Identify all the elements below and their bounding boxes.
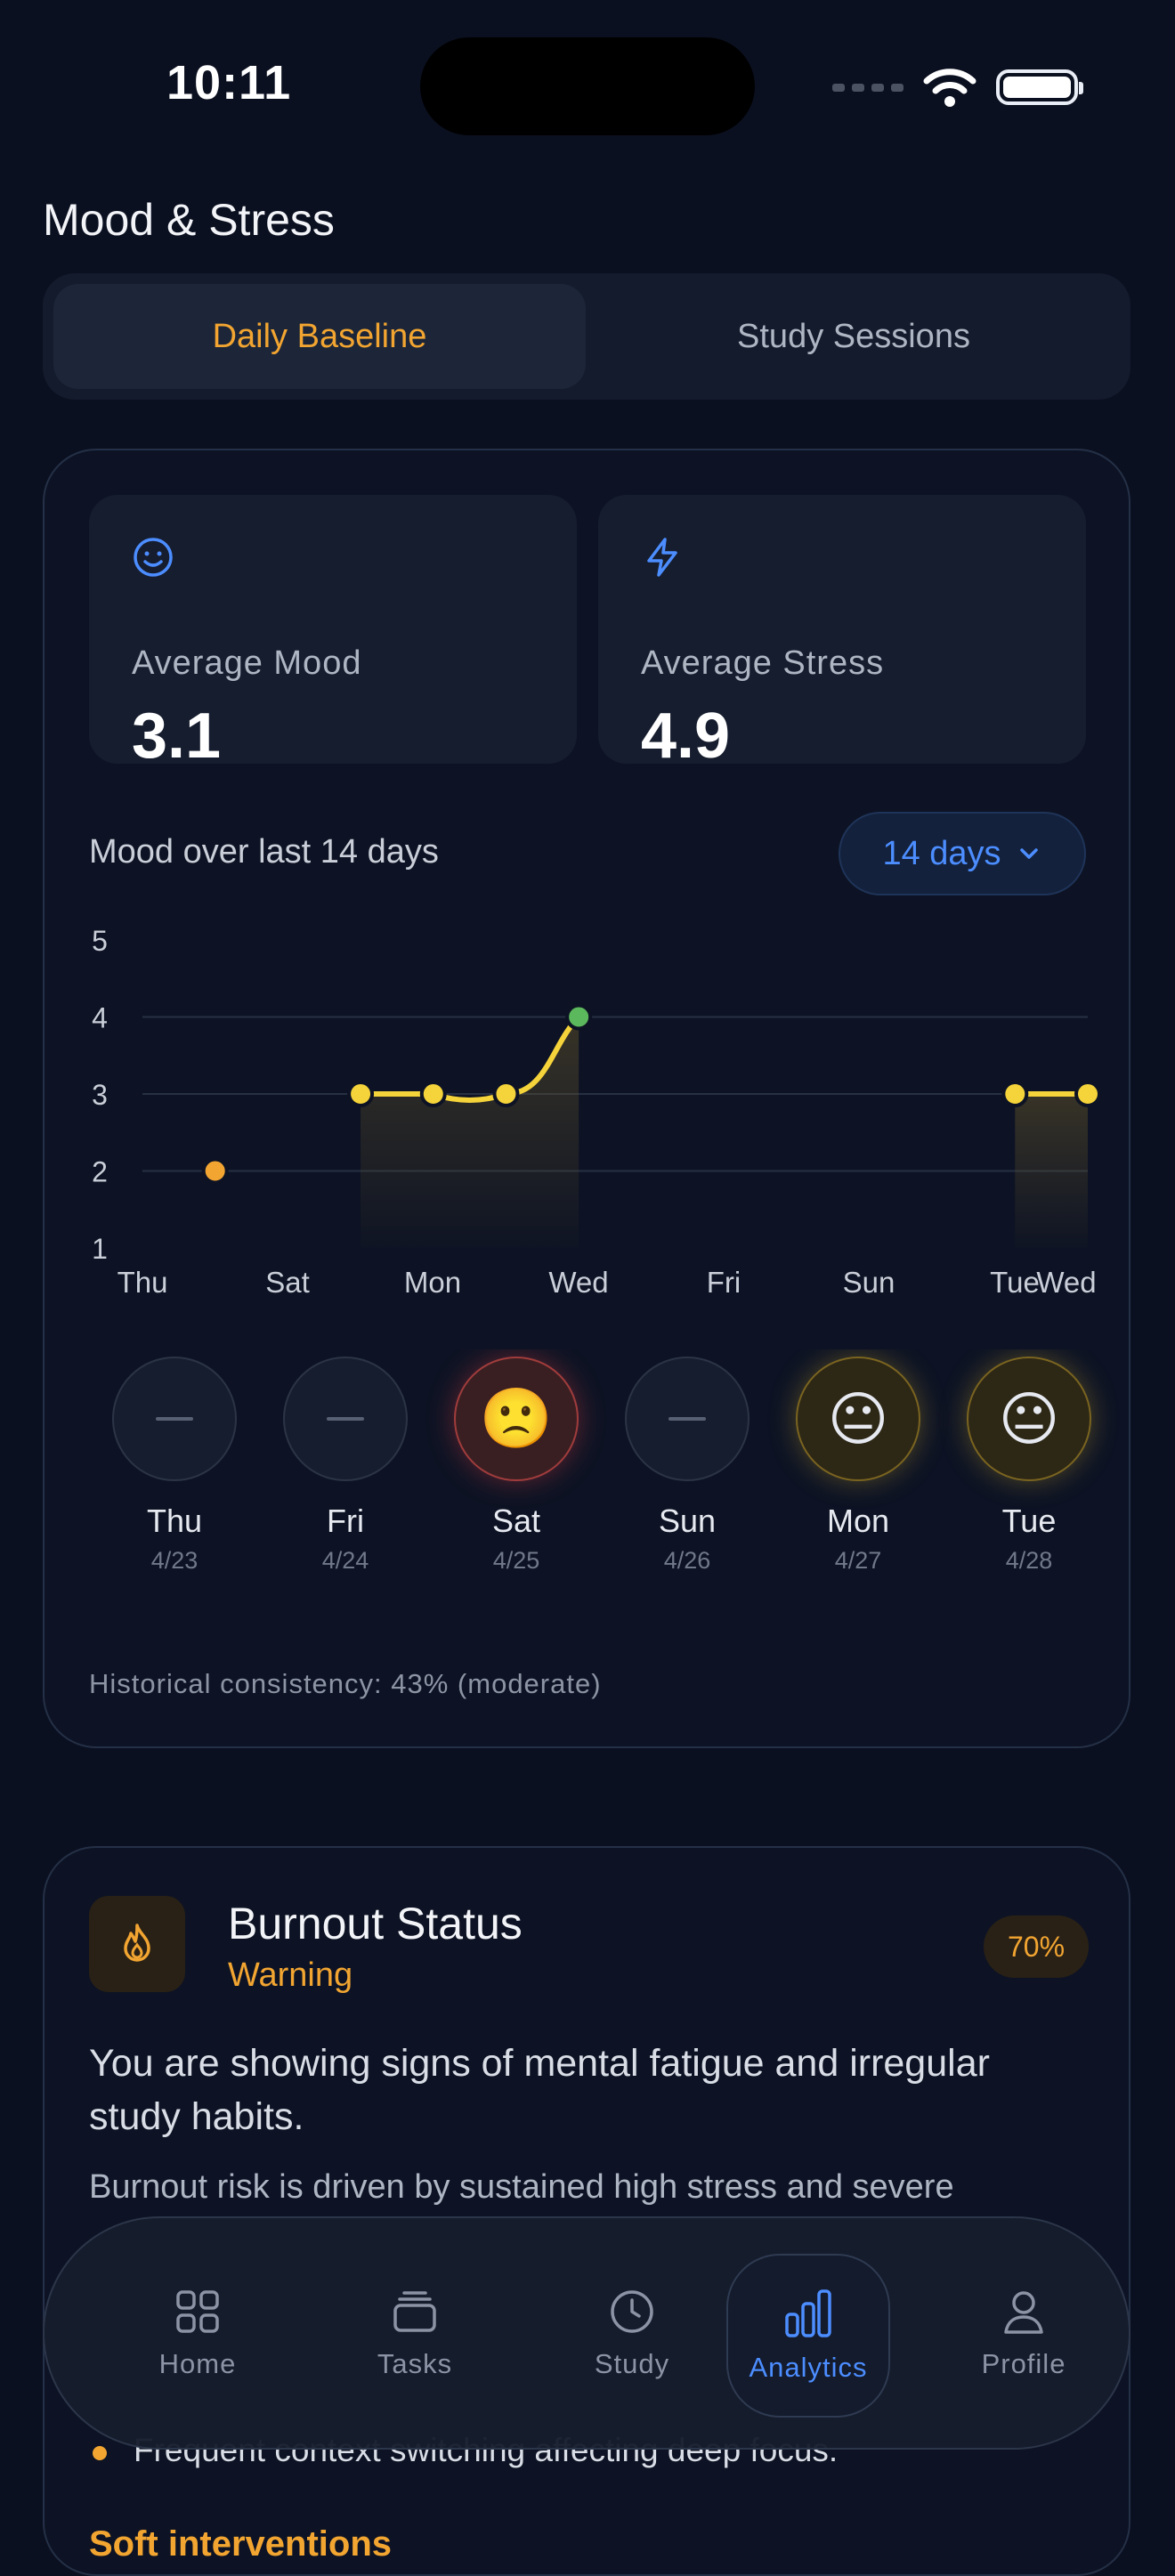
dash-icon: [669, 1417, 706, 1421]
y-tick-label: 4: [92, 1002, 108, 1034]
x-tick-label: Tue: [990, 1266, 1040, 1299]
cellular-icon: [832, 83, 904, 92]
clock-icon: [611, 2290, 653, 2333]
x-tick-label: Mon: [404, 1266, 461, 1299]
day-date: 4/25: [492, 1547, 540, 1574]
day-item-thu[interactable]: Thu 4/23: [89, 1357, 260, 1575]
day-date: 4/28: [1005, 1547, 1053, 1574]
y-tick-label: 2: [92, 1156, 108, 1188]
burnout-description: Burnout risk is driven by sustained high…: [89, 2168, 954, 2206]
data-point: [565, 1003, 593, 1031]
stack-icon: [393, 2291, 436, 2332]
tab-daily-baseline[interactable]: Daily Baseline: [53, 284, 586, 389]
series-area: [1015, 1094, 1088, 1248]
soft-interventions-heading: Soft interventions: [89, 2524, 393, 2564]
day-date: 4/27: [834, 1547, 882, 1574]
dynamic-island: [420, 37, 755, 135]
nav-profile-label: Profile: [981, 2348, 1066, 2379]
day-item-mon[interactable]: 😐 Mon 4/27: [773, 1357, 944, 1575]
nav-home[interactable]: Home: [118, 2254, 278, 2414]
bar-chart-icon: [785, 2289, 831, 2337]
segmented-control: Daily Baseline Study Sessions: [43, 273, 1130, 400]
dash-icon: [327, 1417, 364, 1421]
empty-mood-circle: [112, 1357, 237, 1481]
data-point: [201, 1157, 229, 1185]
day-name: Fri: [327, 1503, 364, 1539]
mood-line-chart: 54321 Thu Sat Mon Wed Fri Sun TueWed: [92, 925, 1101, 1299]
burnout-status: Warning: [228, 1956, 353, 1994]
data-point: [419, 1081, 447, 1107]
dash-icon: [156, 1417, 193, 1421]
y-tick-label: 3: [92, 1079, 108, 1111]
day-name: Sun: [658, 1503, 717, 1539]
nav-profile[interactable]: Profile: [944, 2254, 1104, 2414]
day-name: Sat: [491, 1503, 541, 1539]
neutral-face-icon: 😐: [967, 1357, 1091, 1481]
bottom-tab-bar: Home Tasks Study Analytics Profile: [43, 2216, 1130, 2450]
x-tick-label: Wed: [1036, 1266, 1096, 1299]
neutral-face-icon: 😐: [796, 1357, 920, 1481]
x-tick-label: Fri: [707, 1266, 741, 1299]
nav-home-label: Home: [158, 2348, 237, 2379]
consistency-text: Historical consistency: 43% (moderate): [89, 1668, 602, 1699]
status-time: 10:11: [166, 56, 292, 109]
day-name: Tue: [1001, 1503, 1057, 1539]
y-tick-label: 1: [92, 1233, 108, 1265]
fire-icon: [124, 1924, 150, 1962]
x-tick-label: Sun: [843, 1266, 895, 1299]
battery-icon: [996, 69, 1083, 105]
wifi-icon: [923, 69, 976, 107]
day-date: 4/23: [150, 1547, 199, 1574]
x-tick-label: Thu: [118, 1266, 168, 1299]
x-tick-label: Wed: [548, 1266, 608, 1299]
nav-study-label: Study: [594, 2348, 670, 2379]
day-item-tue[interactable]: 😐 Tue 4/28: [944, 1357, 1114, 1575]
nav-analytics[interactable]: Analytics: [726, 2254, 890, 2418]
data-point: [347, 1081, 375, 1107]
page-title: Mood & Stress: [43, 195, 335, 245]
nav-tasks[interactable]: Tasks: [335, 2254, 495, 2414]
nav-analytics-label: Analytics: [749, 2352, 868, 2383]
day-item-fri[interactable]: Fri 4/24: [260, 1357, 431, 1575]
empty-mood-circle: [625, 1357, 750, 1481]
data-point: [1001, 1081, 1029, 1107]
empty-mood-circle: [283, 1357, 408, 1481]
person-icon: [1004, 2291, 1043, 2334]
bullet-dot: [93, 2446, 107, 2460]
grid-icon: [176, 2290, 219, 2333]
burnout-title: Burnout Status: [228, 1899, 523, 1948]
day-name: Mon: [826, 1503, 890, 1539]
sad-face-icon: 🙁: [454, 1357, 579, 1481]
burnout-card: Burnout Status Warning 70% You are showi…: [43, 1846, 1130, 2576]
data-point: [492, 1081, 520, 1107]
burnout-headline: You are showing signs of mental fatigue …: [89, 2042, 990, 2138]
daily-mood-strip: Thu 4/23 Fri 4/24 🙁 Sat 4/25 Sun 4/26 😐 Mon 4/27 😐 Tu…: [89, 1349, 1132, 1608]
x-tick-label: Sat: [265, 1266, 310, 1299]
nav-tasks-label: Tasks: [377, 2348, 453, 2379]
day-date: 4/24: [321, 1547, 369, 1574]
tab-study-sessions[interactable]: Study Sessions: [588, 284, 1120, 389]
day-item-sun[interactable]: Sun 4/26: [602, 1357, 773, 1575]
series-area: [361, 1017, 579, 1248]
y-tick-label: 5: [92, 925, 108, 957]
day-name: Thu: [146, 1503, 203, 1539]
burnout-percent-badge: 70%: [984, 1916, 1089, 1978]
day-item-sat[interactable]: 🙁 Sat 4/25: [431, 1357, 602, 1575]
data-point: [1074, 1081, 1101, 1107]
day-date: 4/26: [663, 1547, 711, 1574]
fire-icon-box: [89, 1896, 185, 1992]
nav-study[interactable]: Study: [552, 2254, 712, 2414]
status-icons: [832, 61, 1083, 114]
mood-card: Average Mood 3.1 Average Stress 4.9 Mood…: [43, 449, 1130, 1748]
